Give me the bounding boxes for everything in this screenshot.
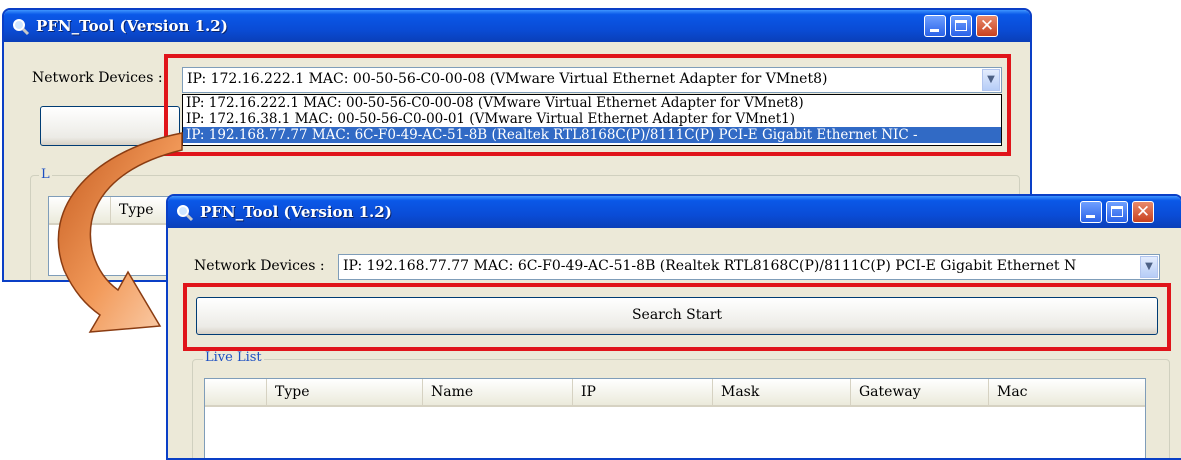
live-list-legend: Live List xyxy=(203,350,264,365)
front-window-title: PFN_Tool (Version 1.2) xyxy=(200,203,392,221)
front-maximize-button[interactable] xyxy=(1106,201,1128,223)
column-ip[interactable]: IP xyxy=(573,379,713,405)
front-network-label: Network Devices : xyxy=(194,258,325,274)
minimize-icon xyxy=(1086,215,1095,218)
column-blank[interactable] xyxy=(205,379,267,405)
search-start-button[interactable]: Search Start xyxy=(196,297,1158,335)
front-close-button[interactable]: ✕ xyxy=(1132,201,1154,223)
magnifier-icon xyxy=(177,205,194,222)
front-window-titlebar[interactable]: PFN_Tool (Version 1.2) ✕ xyxy=(168,196,1181,228)
search-start-label: Search Start xyxy=(631,307,723,323)
front-window: PFN_Tool (Version 1.2) ✕ Network Devices… xyxy=(166,194,1181,460)
live-list-header: Type Name IP Mask Gateway Mac xyxy=(205,379,1145,407)
live-list[interactable]: Type Name IP Mask Gateway Mac xyxy=(204,378,1146,458)
column-mask[interactable]: Mask xyxy=(713,379,851,405)
column-type[interactable]: Type xyxy=(267,379,423,405)
chevron-down-icon[interactable]: ▼ xyxy=(1140,256,1158,278)
column-gateway[interactable]: Gateway xyxy=(851,379,989,405)
front-combo-value: IP: 192.168.77.77 MAC: 6C-F0-49-AC-51-8B… xyxy=(343,258,1077,274)
maximize-icon xyxy=(1111,206,1123,217)
column-mac[interactable]: Mac xyxy=(989,379,1145,405)
close-icon: ✕ xyxy=(1135,202,1151,222)
front-minimize-button[interactable] xyxy=(1080,201,1102,223)
column-name[interactable]: Name xyxy=(423,379,573,405)
front-network-combo[interactable]: IP: 192.168.77.77 MAC: 6C-F0-49-AC-51-8B… xyxy=(338,254,1160,280)
